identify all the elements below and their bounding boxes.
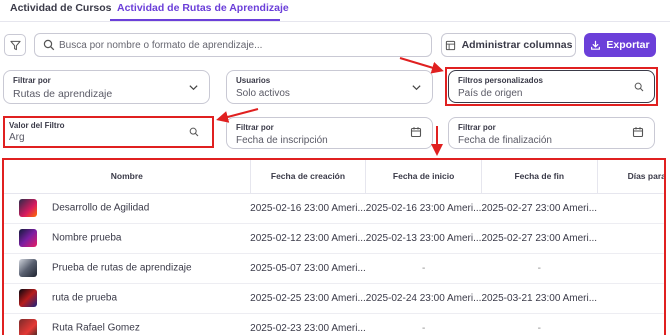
column-header-created[interactable]: Fecha de creación [250,160,367,194]
results-table: Nombre Fecha de creación Fecha de inicio… [4,160,664,335]
created-date: 2025-02-23 23:00 Ameri... [250,313,366,335]
path-thumbnail [19,199,37,217]
column-header-days[interactable]: Días para la [597,160,664,194]
end-date: 2025-03-21 23:00 Ameri... [481,283,598,314]
start-date: - [365,313,482,335]
end-date: 2025-02-27 23:00 Ameri... [481,223,598,254]
table-row[interactable]: ruta de prueba 2025-02-25 23:00 Ameri...… [4,283,664,314]
path-name[interactable]: Prueba de rutas de aprendizaje [52,263,192,274]
end-date: - [481,253,598,284]
start-date: 2025-02-13 23:00 Ameri... [365,223,482,254]
start-date: 2025-02-24 23:00 Ameri... [365,283,482,314]
table-row[interactable]: Prueba de rutas de aprendizaje 2025-05-0… [4,253,664,284]
arrow-to-custom-filters [399,57,444,74]
days-value: 0 [597,253,664,284]
created-date: 2025-02-12 23:00 Ameri... [250,223,366,254]
path-thumbnail [19,319,37,335]
table-row[interactable]: Ruta Rafael Gomez 2025-02-23 23:00 Ameri… [4,313,664,335]
table-header-row: Nombre Fecha de creación Fecha de inicio… [4,160,664,194]
path-thumbnail [19,289,37,307]
column-header-start[interactable]: Fecha de inicio [365,160,482,194]
end-date: 2025-02-27 23:00 Ameri... [481,193,598,224]
end-date: - [481,313,598,335]
column-header-end[interactable]: Fecha de fin [481,160,598,194]
table-row[interactable]: Nombre prueba 2025-02-12 23:00 Ameri... … [4,223,664,254]
path-name[interactable]: Ruta Rafael Gomez [52,323,140,334]
arrow-to-filter-value [216,108,259,123]
path-name[interactable]: ruta de prueba [52,293,117,304]
days-value: 0 [597,193,664,224]
table-row[interactable]: Desarrollo de Agilidad 2025-02-16 23:00 … [4,193,664,224]
start-date: - [365,253,482,284]
created-date: 2025-05-07 23:00 Ameri... [250,253,366,284]
days-value: 0 [597,283,664,314]
path-thumbnail [19,259,37,277]
path-name[interactable]: Nombre prueba [52,233,121,244]
days-value: 0 [597,223,664,254]
created-date: 2025-02-25 23:00 Ameri... [250,283,366,314]
path-name[interactable]: Desarrollo de Agilidad [52,203,149,214]
results-table-container: Nombre Fecha de creación Fecha de inicio… [2,158,666,335]
column-header-name[interactable]: Nombre [4,160,251,194]
path-thumbnail [19,229,37,247]
days-value: 0 [597,313,664,335]
created-date: 2025-02-16 23:00 Ameri... [250,193,366,224]
start-date: 2025-02-16 23:00 Ameri... [365,193,482,224]
